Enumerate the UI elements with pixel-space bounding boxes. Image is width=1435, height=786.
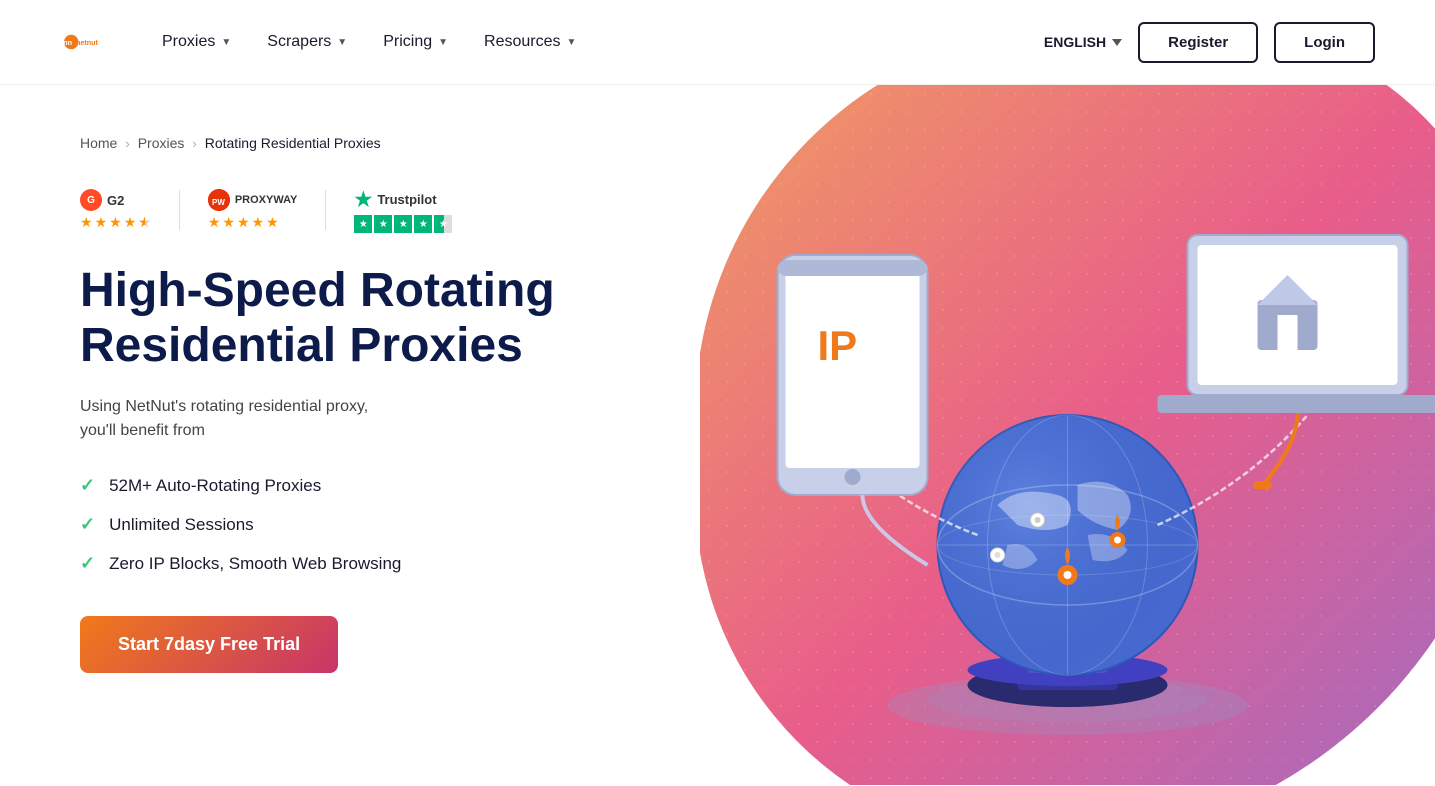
proxyway-label: PROXYWAY (235, 194, 298, 206)
register-button[interactable]: Register (1138, 22, 1258, 63)
star-1: ★ (80, 214, 93, 231)
language-selector[interactable]: ENGLISH (1044, 34, 1122, 50)
g2-label: G2 (107, 193, 124, 208)
hero-illustration: IP (700, 85, 1435, 785)
g2-logo: G (80, 189, 102, 211)
check-icon-1: ✓ (80, 475, 95, 496)
chevron-down-icon: ▼ (337, 37, 347, 48)
tp-star-3: ★ (394, 215, 412, 233)
trustpilot-stars: ★ ★ ★ ★ ★ (354, 215, 452, 233)
chevron-down-icon: ▼ (438, 37, 448, 48)
nav-right: ENGLISH Register Login (1044, 22, 1375, 63)
check-icon-2: ✓ (80, 514, 95, 535)
hero-headline: High-Speed Rotating Residential Proxies (80, 263, 600, 373)
hero-right: IP (700, 85, 1435, 785)
breadcrumb-current: Rotating Residential Proxies (205, 135, 381, 151)
hero-left: Home › Proxies › Rotating Residential Pr… (0, 85, 700, 785)
pw-star-1: ★ (208, 214, 221, 231)
feature-list: ✓ 52M+ Auto-Rotating Proxies ✓ Unlimited… (80, 475, 640, 574)
feature-item-1: ✓ 52M+ Auto-Rotating Proxies (80, 475, 640, 496)
breadcrumb-home[interactable]: Home (80, 135, 117, 151)
proxyway-logo: PW (208, 189, 230, 211)
feature-item-2: ✓ Unlimited Sessions (80, 514, 640, 535)
nav-links: Proxies ▼ Scrapers ▼ Pricing ▼ Resources… (162, 33, 1044, 51)
hero-subtitle: Using NetNut's rotating residential prox… (80, 395, 640, 443)
g2-badge-top: G G2 (80, 189, 124, 211)
chevron-down-icon: ▼ (567, 37, 577, 48)
tp-star-1: ★ (354, 215, 372, 233)
svg-text:netnut: netnut (76, 38, 99, 47)
proxyway-stars: ★ ★ ★ ★ ★ (208, 214, 279, 231)
svg-text:PW: PW (212, 198, 225, 207)
star-4: ★ (124, 214, 137, 231)
tp-star-2: ★ (374, 215, 392, 233)
badge-divider-1 (179, 190, 180, 230)
pw-star-4: ★ (252, 214, 265, 231)
pw-star-3: ★ (237, 214, 250, 231)
breadcrumb-proxies[interactable]: Proxies (138, 135, 185, 151)
svg-text:nn: nn (63, 38, 72, 47)
trustpilot-badge: ★ Trustpilot ★ ★ ★ ★ ★ (354, 187, 452, 233)
star-5: ★ ★ (138, 214, 151, 231)
nav-item-resources[interactable]: Resources ▼ (484, 33, 576, 51)
hero-section: Home › Proxies › Rotating Residential Pr… (0, 85, 1435, 785)
breadcrumb-sep-1: › (125, 136, 129, 151)
star-2: ★ (95, 214, 108, 231)
star-3: ★ (109, 214, 122, 231)
cta-button[interactable]: Start 7dasy Free Trial (80, 616, 338, 673)
tp-star-5: ★ (434, 215, 452, 233)
breadcrumb-sep-2: › (192, 136, 196, 151)
g2-badge: G G2 ★ ★ ★ ★ ★ ★ (80, 189, 151, 231)
chevron-down-icon (1112, 39, 1122, 46)
nav-item-pricing[interactable]: Pricing ▼ (383, 33, 448, 51)
navbar: nn netnut Proxies ▼ Scrapers ▼ Pricing ▼… (0, 0, 1435, 85)
pw-star-2: ★ (222, 214, 235, 231)
pw-star-5: ★ (266, 214, 279, 231)
login-button[interactable]: Login (1274, 22, 1375, 63)
proxyway-badge-top: PW PROXYWAY (208, 189, 298, 211)
chevron-down-icon: ▼ (221, 37, 231, 48)
svg-text:IP: IP (818, 322, 858, 369)
proxyway-badge: PW PROXYWAY ★ ★ ★ ★ ★ (208, 189, 298, 231)
breadcrumb: Home › Proxies › Rotating Residential Pr… (80, 135, 640, 151)
nav-item-proxies[interactable]: Proxies ▼ (162, 33, 231, 51)
trustpilot-logo: ★ (354, 187, 372, 212)
trustpilot-badge-top: ★ Trustpilot (354, 187, 436, 212)
feature-item-3: ✓ Zero IP Blocks, Smooth Web Browsing (80, 553, 640, 574)
trustpilot-label: Trustpilot (377, 192, 436, 207)
nav-item-scrapers[interactable]: Scrapers ▼ (267, 33, 347, 51)
tp-star-4: ★ (414, 215, 432, 233)
badge-divider-2 (325, 190, 326, 230)
logo[interactable]: nn netnut (60, 18, 112, 66)
check-icon-3: ✓ (80, 553, 95, 574)
g2-stars: ★ ★ ★ ★ ★ ★ (80, 214, 151, 231)
review-badges: G G2 ★ ★ ★ ★ ★ ★ (80, 187, 640, 233)
